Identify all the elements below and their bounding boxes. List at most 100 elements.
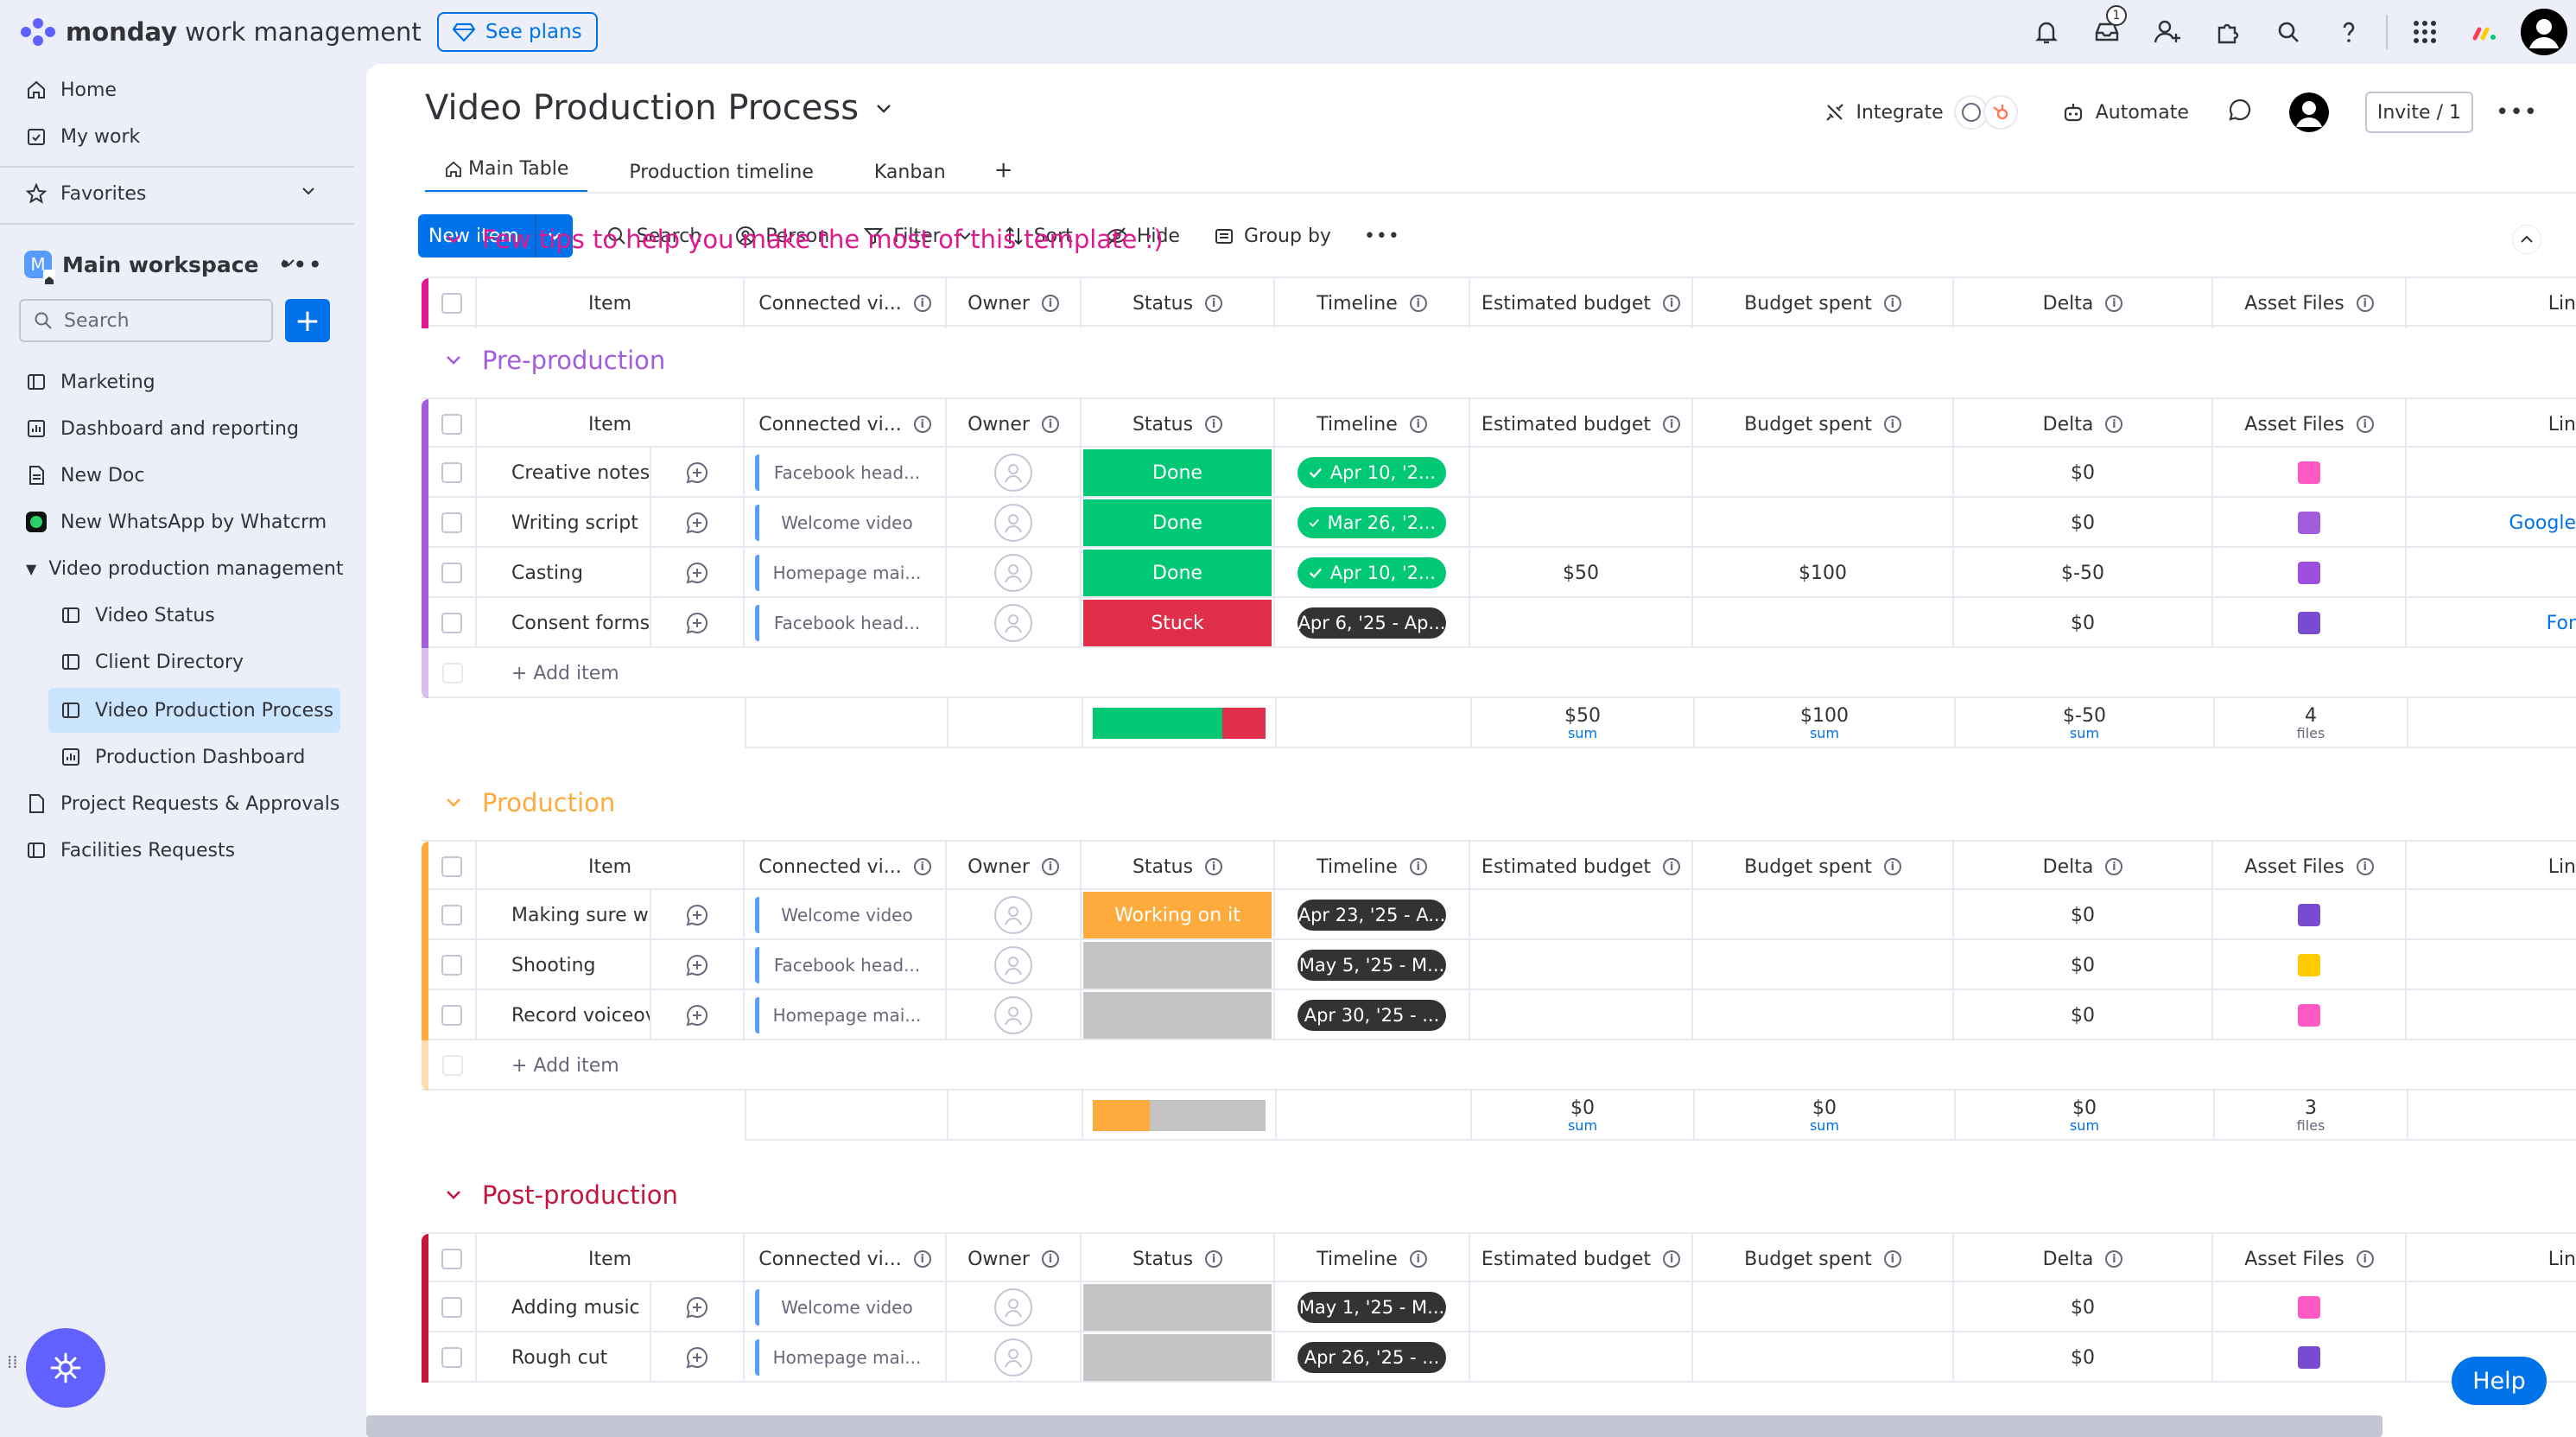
info-icon[interactable]: i <box>1205 858 1223 875</box>
workspace-selector[interactable]: M Main workspace ••• <box>0 237 354 292</box>
cell-assets[interactable] <box>2213 990 2407 1040</box>
row-checkbox[interactable] <box>441 955 462 976</box>
sidebar-item-video-status[interactable]: Video Status <box>0 593 354 638</box>
cell-assets[interactable] <box>2213 448 2407 498</box>
header-item[interactable]: Item <box>477 399 745 449</box>
add-update-icon[interactable] <box>684 510 710 536</box>
info-icon[interactable]: i <box>1205 416 1223 433</box>
info-icon[interactable]: i <box>1041 295 1059 312</box>
updates-chat-icon[interactable] <box>2227 97 2253 128</box>
empty-person-avatar[interactable] <box>994 946 1032 984</box>
cell-estimated[interactable] <box>1470 890 1693 940</box>
info-icon[interactable]: i <box>1883 295 1901 312</box>
cell-item[interactable]: Rough cut <box>477 1332 650 1383</box>
connected-board-chip[interactable]: Welcome video <box>755 505 935 541</box>
apps-puzzle-icon[interactable] <box>2198 0 2258 64</box>
header-spent[interactable]: Budget spent i <box>1693 1234 1954 1284</box>
cell-item[interactable]: Consent forms <box>477 598 650 648</box>
cell-chat[interactable] <box>650 598 745 648</box>
board-owner-avatar[interactable] <box>2288 92 2329 132</box>
info-icon[interactable]: i <box>1205 1250 1223 1268</box>
table-row[interactable]: Writing script Welcome video Done Mar 26, '… <box>422 498 2576 548</box>
info-icon[interactable]: i <box>913 416 931 433</box>
select-all-checkbox[interactable] <box>441 414 462 435</box>
app-grid-icon[interactable] <box>2395 0 2455 64</box>
cell-timeline[interactable]: Apr 10, '2... <box>1275 448 1470 498</box>
header-timeline[interactable]: Timeline i <box>1275 1234 1470 1284</box>
help-button[interactable]: Help <box>2452 1357 2547 1405</box>
cell-estimated[interactable] <box>1470 1282 1693 1332</box>
cell-check[interactable] <box>428 598 477 648</box>
add-update-icon[interactable] <box>684 952 710 978</box>
cell-chat[interactable] <box>650 890 745 940</box>
chevron-down-icon[interactable] <box>442 1184 465 1206</box>
cell-assets[interactable] <box>2213 498 2407 548</box>
cell-delta[interactable]: $0 <box>1954 598 2213 648</box>
header-check[interactable] <box>428 399 477 449</box>
cell-timeline[interactable]: Apr 6, '25 - Ap... <box>1275 598 1470 648</box>
more-options-icon[interactable]: ••• <box>2496 99 2538 125</box>
asset-file-thumbnail-icon[interactable] <box>2298 1004 2320 1027</box>
table-row[interactable]: Record voiceover Homepage mai... Apr 30, '… <box>422 990 2576 1040</box>
header-connected[interactable]: Connected vi... i <box>745 399 947 449</box>
cell-assets[interactable] <box>2213 1282 2407 1332</box>
cell-connected[interactable]: Welcome video <box>745 1282 947 1332</box>
cell-assets[interactable] <box>2213 890 2407 940</box>
info-icon[interactable]: i <box>2105 858 2123 875</box>
empty-person-avatar[interactable] <box>994 604 1032 642</box>
sidebar-search-input[interactable]: Search <box>19 299 273 342</box>
header-estimated[interactable]: Estimated budget i <box>1470 842 1693 892</box>
info-icon[interactable]: i <box>1663 1250 1681 1268</box>
cell-delta[interactable]: $0 <box>1954 1332 2213 1383</box>
cell-chat[interactable] <box>650 498 745 548</box>
asset-file-thumbnail-icon[interactable] <box>2298 612 2320 634</box>
asset-file-thumbnail-icon[interactable] <box>2298 1296 2320 1319</box>
connected-board-chip[interactable]: Homepage mai... <box>755 555 935 591</box>
cell-link[interactable] <box>2407 548 2576 598</box>
header-delta[interactable]: Delta i <box>1954 1234 2213 1284</box>
sidebar-item-home[interactable]: Home <box>0 67 354 112</box>
empty-person-avatar[interactable] <box>994 1338 1032 1377</box>
board-title[interactable]: Video Production Process <box>425 88 895 128</box>
connected-board-chip[interactable]: Homepage mai... <box>755 997 935 1033</box>
cell-owner[interactable] <box>947 548 1082 598</box>
timeline-pill[interactable]: Apr 30, '25 - ... <box>1298 1000 1446 1031</box>
cell-delta[interactable]: $-50 <box>1954 548 2213 598</box>
header-link[interactable]: Lin <box>2407 842 2576 892</box>
cell-owner[interactable] <box>947 498 1082 548</box>
cell-timeline[interactable]: May 5, '25 - M... <box>1275 940 1470 990</box>
cell-estimated[interactable]: $50 <box>1470 548 1693 598</box>
header-estimated[interactable]: Estimated budget i <box>1470 1234 1693 1284</box>
sidebar-item-project-requests[interactable]: Project Requests & Approvals <box>0 781 354 826</box>
cell-check[interactable] <box>428 1332 477 1383</box>
info-icon[interactable]: i <box>1409 295 1427 312</box>
cell-item[interactable]: Shooting <box>477 940 650 990</box>
automate-button[interactable]: Automate <box>2061 100 2189 124</box>
status-label[interactable]: Done <box>1083 550 1272 596</box>
cell-timeline[interactable]: Apr 26, '25 - ... <box>1275 1332 1470 1383</box>
table-row[interactable]: Casting Homepage mai... Done Apr 10, '2... $… <box>422 548 2576 598</box>
connected-board-chip[interactable]: Facebook head... <box>755 455 935 491</box>
header-timeline[interactable]: Timeline i <box>1275 842 1470 892</box>
ai-assistant-button[interactable] <box>26 1328 105 1408</box>
cell-connected[interactable]: Facebook head... <box>745 448 947 498</box>
cell-assets[interactable] <box>2213 598 2407 648</box>
cell-item[interactable]: Creative notes <box>477 448 650 498</box>
row-checkbox[interactable] <box>441 905 462 925</box>
add-update-icon[interactable] <box>684 610 710 636</box>
cell-item[interactable]: Adding music <box>477 1282 650 1332</box>
cell-check[interactable] <box>428 548 477 598</box>
asset-file-thumbnail-icon[interactable] <box>2298 461 2320 484</box>
empty-person-avatar[interactable] <box>994 896 1032 934</box>
cell-link[interactable] <box>2407 990 2576 1040</box>
cell-estimated[interactable] <box>1470 990 1693 1040</box>
cell-spent[interactable]: $100 <box>1693 548 1954 598</box>
info-icon[interactable]: i <box>1409 416 1427 433</box>
drag-handle-icon[interactable]: ⁞⁞ <box>7 1353 19 1381</box>
info-icon[interactable]: i <box>1663 858 1681 875</box>
header-spent[interactable]: Budget spent i <box>1693 399 1954 449</box>
info-icon[interactable]: i <box>1041 1250 1059 1268</box>
add-item-row[interactable]: + Add item <box>422 648 2576 698</box>
cell-assets[interactable] <box>2213 1332 2407 1383</box>
row-checkbox[interactable] <box>441 1005 462 1026</box>
